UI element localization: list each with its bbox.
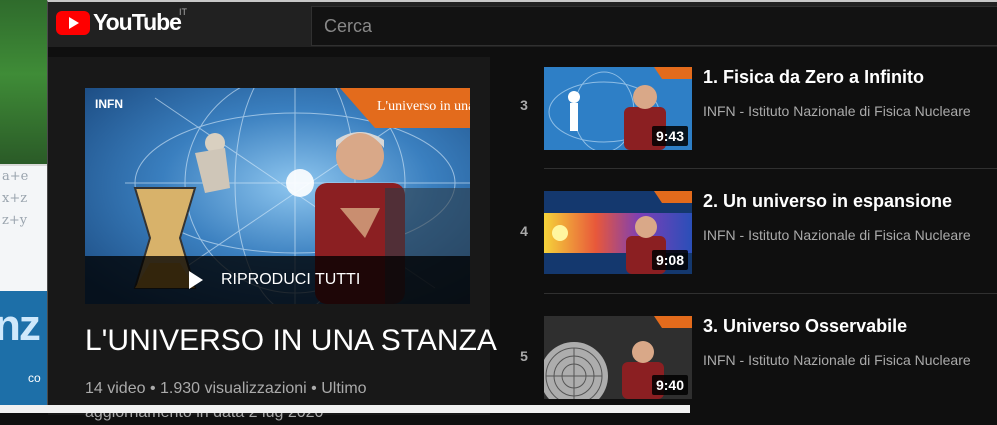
logo-text: YouTube xyxy=(93,9,182,35)
youtube-play-icon xyxy=(56,10,90,35)
video-duration: 9:40 xyxy=(651,375,688,395)
list-item[interactable]: 3 9:43 1. Fisica da Zero a Infinito INFN… xyxy=(504,57,997,157)
playlist-stats: 14 video • 1.930 visualizzazioni • Ultim… xyxy=(85,380,367,421)
background-logo-fragment: nz xyxy=(0,301,41,350)
background-desktop: a+e x+z z+y nz co xyxy=(0,0,52,413)
video-thumbnail[interactable]: 9:40 xyxy=(544,316,692,399)
thumbnail-overlay-text: L'universo in una stanza xyxy=(377,99,470,114)
country-code: IT xyxy=(179,7,187,17)
play-all-label: RIPRODUCI TUTTI xyxy=(221,271,361,288)
background-caption-fragment: co xyxy=(28,371,41,385)
background-banner: nz co xyxy=(0,291,52,413)
video-index: 5 xyxy=(520,348,528,364)
youtube-window: YouTube IT Cerca INFN L'universo in un R… xyxy=(47,0,997,421)
video-title[interactable]: 1. Fisica da Zero a Infinito xyxy=(703,67,924,88)
youtube-logo[interactable]: YouTube IT xyxy=(56,7,187,36)
video-channel[interactable]: INFN - Istituto Nazionale di Fisica Nucl… xyxy=(703,103,971,119)
top-bar: YouTube IT xyxy=(48,2,997,47)
video-thumbnail[interactable]: 9:43 xyxy=(544,67,692,150)
background-window-edge xyxy=(0,405,690,413)
infn-badge: INFN xyxy=(95,97,123,111)
search-box[interactable] xyxy=(311,6,997,46)
video-duration: 9:08 xyxy=(651,250,688,270)
list-item[interactable]: 4 9:08 2. Un universo in espansione INFN… xyxy=(504,181,997,281)
play-all-button[interactable]: RIPRODUCI TUTTI xyxy=(85,256,470,304)
background-document: a+e x+z z+y xyxy=(0,166,52,291)
playlist-thumbnail[interactable]: INFN L'universo in una stanza RIPRODUCI … xyxy=(85,88,470,304)
play-icon xyxy=(189,271,203,289)
search-input[interactable] xyxy=(312,7,997,45)
video-thumbnail[interactable]: 9:08 xyxy=(544,191,692,274)
background-text: x+z xyxy=(2,191,28,206)
video-title[interactable]: 3. Universo Osservabile xyxy=(703,316,907,337)
divider xyxy=(544,293,997,294)
list-item[interactable]: 5 9:40 3. Universo Osservabile INFN - Is… xyxy=(504,306,997,406)
video-channel[interactable]: INFN - Istituto Nazionale di Fisica Nucl… xyxy=(703,352,971,368)
divider xyxy=(544,168,997,169)
background-window-frame xyxy=(0,0,49,166)
video-duration: 9:43 xyxy=(651,126,688,146)
video-index: 3 xyxy=(520,97,528,113)
background-text: a+e xyxy=(2,169,29,184)
playlist-header: INFN L'universo in una stanza RIPRODUCI … xyxy=(48,57,497,421)
playlist-title[interactable]: L'UNIVERSO IN UNA STANZA xyxy=(85,324,497,358)
video-channel[interactable]: INFN - Istituto Nazionale di Fisica Nucl… xyxy=(703,227,971,243)
video-index: 4 xyxy=(520,223,528,239)
background-text: z+y xyxy=(2,213,28,228)
video-title[interactable]: 2. Un universo in espansione xyxy=(703,191,952,212)
